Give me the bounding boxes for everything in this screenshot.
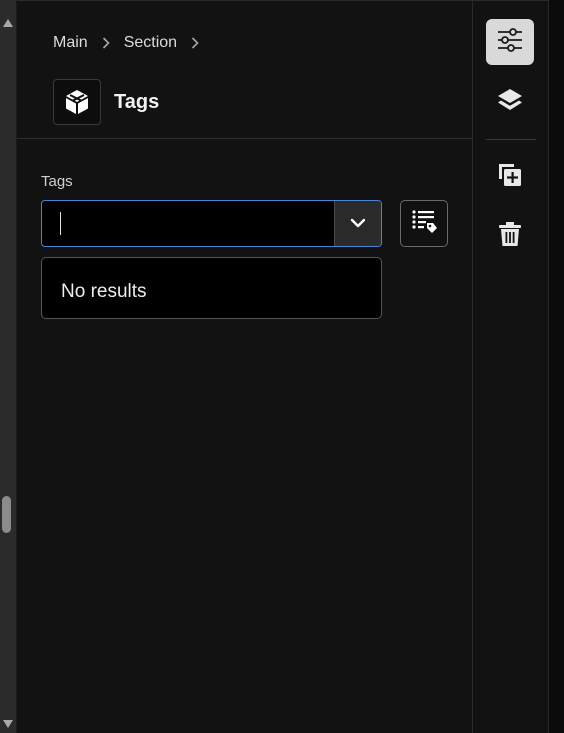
right-toolbar — [472, 0, 548, 733]
sliders-icon — [497, 27, 523, 57]
trash-icon — [497, 220, 523, 253]
window-edge — [548, 0, 564, 733]
text-cursor — [60, 212, 61, 235]
layers-tool-button[interactable] — [486, 79, 534, 125]
breadcrumb-item-section[interactable]: Section — [124, 33, 177, 53]
vertical-scrollbar[interactable] — [0, 0, 17, 733]
add-item-tool-button[interactable] — [486, 154, 534, 200]
tag-list-button[interactable] — [400, 200, 448, 247]
properties-panel: Main Section Tags Tags No results — [17, 0, 472, 733]
tags-combobox[interactable] — [41, 200, 382, 247]
chevron-right-icon — [191, 37, 200, 49]
delete-tool-button[interactable] — [486, 213, 534, 259]
properties-tool-button[interactable] — [486, 19, 534, 65]
scroll-up-arrow-icon[interactable] — [2, 18, 14, 28]
chevron-right-icon — [102, 37, 111, 49]
tag-list-icon — [410, 207, 438, 240]
breadcrumb-item-main[interactable]: Main — [53, 33, 88, 53]
tags-field-label: Tags — [41, 173, 73, 190]
header-divider — [17, 138, 472, 139]
breadcrumb: Main Section — [53, 33, 213, 53]
tags-input-wrapper — [42, 201, 334, 246]
tags-dropdown-popover: No results — [41, 257, 382, 319]
toolbar-divider — [486, 139, 536, 140]
scroll-down-arrow-icon[interactable] — [2, 719, 14, 729]
scrollbar-thumb[interactable] — [2, 496, 11, 533]
add-copy-icon — [496, 161, 524, 194]
no-results-message: No results — [61, 281, 147, 302]
page-title: Tags — [114, 90, 160, 113]
chevron-down-icon — [350, 215, 366, 233]
layers-icon — [496, 86, 524, 119]
cube-icon — [53, 79, 101, 125]
dropdown-toggle-button[interactable] — [334, 201, 381, 246]
tags-input[interactable] — [42, 201, 334, 246]
panel-header: Tags — [53, 79, 159, 125]
